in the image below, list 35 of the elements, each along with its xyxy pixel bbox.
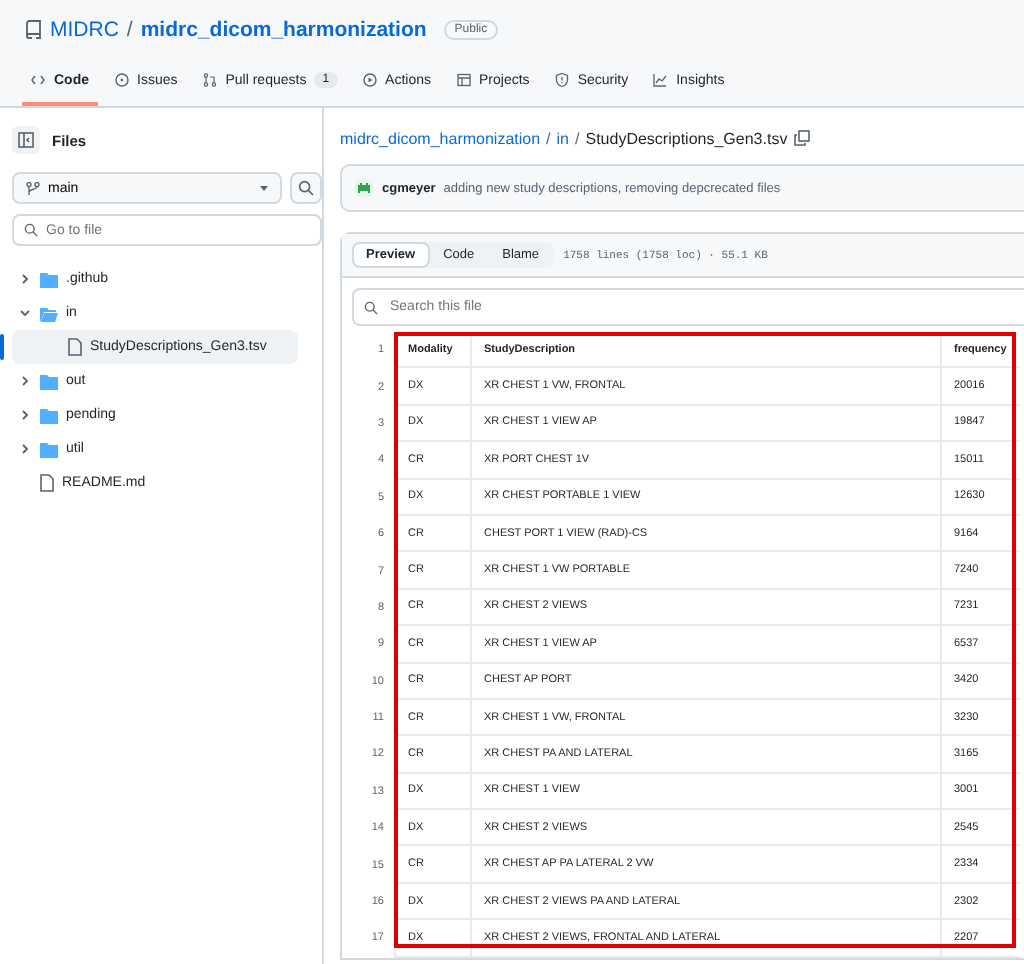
- branch-icon: [26, 181, 40, 195]
- chevron-icon[interactable]: [18, 306, 32, 320]
- sidebar-icon: [18, 132, 34, 148]
- breadcrumb-link[interactable]: midrc_dicom_harmonization: [340, 129, 541, 147]
- path-separator: /: [546, 129, 551, 147]
- circle-dot-icon: [113, 72, 129, 88]
- table-icon: [455, 72, 472, 88]
- search-icon: [298, 180, 314, 196]
- breadcrumb-link[interactable]: in: [556, 129, 570, 147]
- search-icon: [364, 300, 378, 314]
- avatar-icon: [354, 178, 374, 198]
- collapse-panel-button[interactable]: [12, 126, 40, 154]
- copy-icon[interactable]: [793, 130, 810, 146]
- repo-name-link[interactable]: midrc_dicom_harmonization: [140, 18, 427, 42]
- search-icon: [24, 223, 38, 237]
- folder-icon: [40, 305, 58, 321]
- chevron-icon[interactable]: [18, 442, 32, 456]
- repo-icon: [24, 20, 42, 40]
- folder-icon: [40, 271, 58, 287]
- code-icon: [30, 72, 46, 88]
- file-icon: [68, 338, 82, 356]
- owner-link[interactable]: MIDRC: [50, 18, 119, 42]
- shield-icon: [553, 72, 570, 88]
- play-icon: [361, 72, 378, 88]
- file-name: StudyDescriptions_Gen3.tsv: [585, 129, 788, 147]
- caret-icon: [260, 185, 268, 191]
- search-button[interactable]: [290, 172, 322, 204]
- file-icon: [40, 474, 54, 492]
- chevron-icon[interactable]: [18, 408, 32, 422]
- pull-request-icon: [201, 72, 218, 88]
- path-separator: /: [575, 129, 580, 147]
- chevron-icon[interactable]: [18, 272, 32, 286]
- graph-icon: [652, 72, 669, 88]
- path-separator: /: [126, 18, 133, 42]
- chevron-icon[interactable]: [18, 374, 32, 388]
